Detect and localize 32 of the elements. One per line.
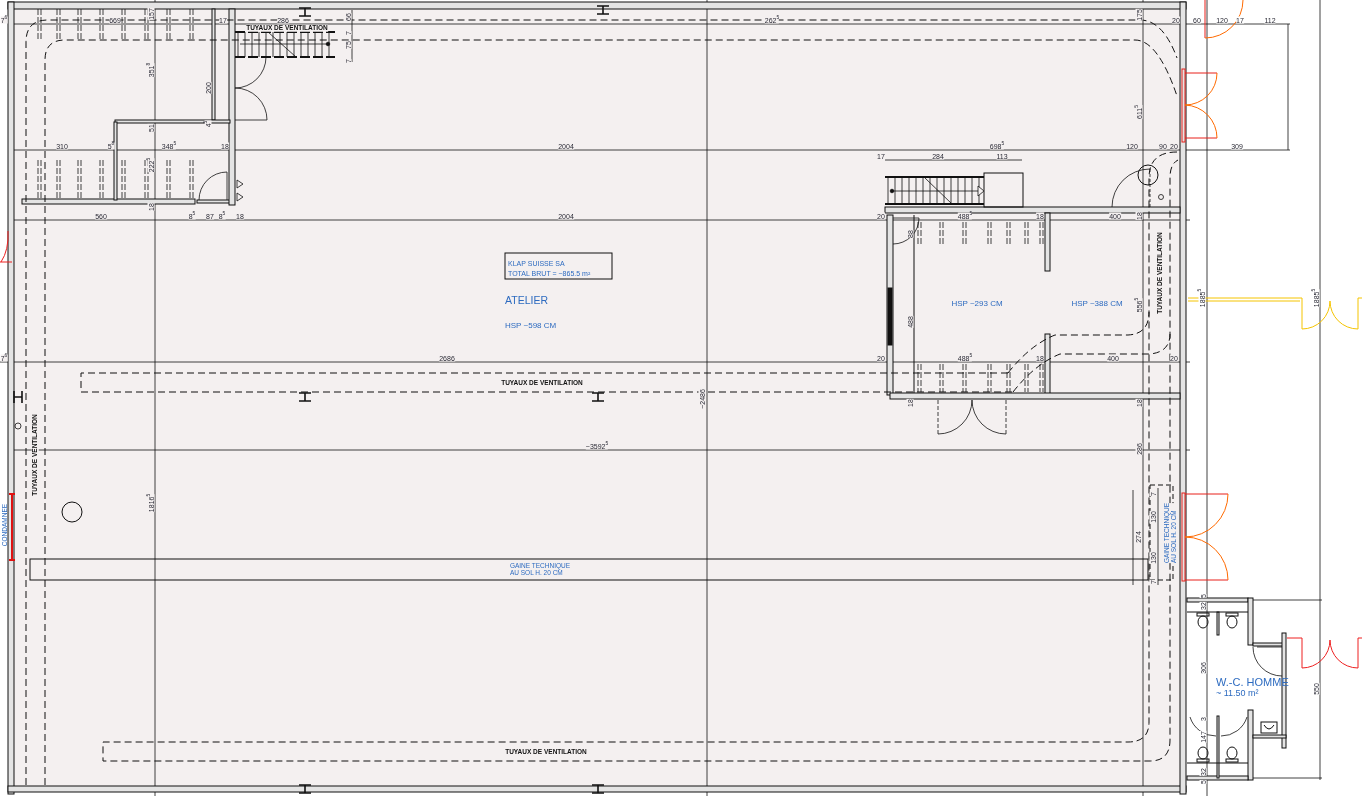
toilet-icon xyxy=(1225,612,1239,629)
toilet-icon xyxy=(1196,612,1210,629)
column-icon xyxy=(298,7,312,17)
column-icon xyxy=(591,784,605,794)
sink-icon xyxy=(1260,721,1278,734)
ceiling-height-label: HSP ~293 CM xyxy=(951,300,1003,308)
circle-marker-icon xyxy=(61,501,83,523)
door-swing xyxy=(937,399,1007,435)
door-swing xyxy=(0,230,13,263)
toilet-icon xyxy=(1196,746,1210,763)
door-swing xyxy=(892,217,920,245)
column-icon xyxy=(298,392,312,402)
room-detail: HSP ~598 CM xyxy=(505,322,557,330)
triangle-marker-icon xyxy=(236,192,244,202)
circle-marker-icon xyxy=(1158,194,1164,200)
door-swing xyxy=(1252,646,1283,677)
column-icon xyxy=(591,392,605,402)
door-swing xyxy=(1111,168,1151,208)
door-swing xyxy=(234,56,268,121)
door-swing xyxy=(1204,0,1244,39)
door-swing xyxy=(198,171,228,201)
toilet-icon xyxy=(1225,746,1239,763)
circle-marker-icon xyxy=(14,422,22,430)
column-icon xyxy=(298,784,312,794)
blocked-door-mark xyxy=(8,493,16,561)
column-icon xyxy=(596,5,610,15)
room-detail: ~ 11.50 m² xyxy=(1216,688,1259,698)
room-name: ATELIER xyxy=(505,294,548,306)
ceiling-height-label: HSP ~388 CM xyxy=(1071,300,1123,308)
circle-marker-icon xyxy=(1137,164,1159,186)
column-icon xyxy=(13,390,23,404)
triangle-marker-icon xyxy=(236,179,244,189)
